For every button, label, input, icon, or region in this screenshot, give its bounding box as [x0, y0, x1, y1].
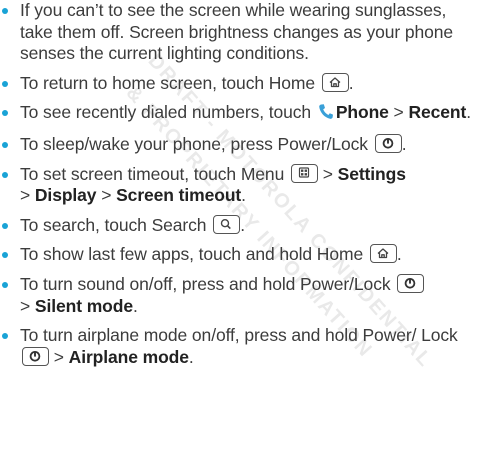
tip-brightness: If you can’t to see the screen while wea…	[0, 0, 489, 65]
tip-text: If you can’t to see the screen while wea…	[20, 0, 454, 64]
silent-mode-label: Silent mode	[34, 295, 133, 316]
tip-silent-mode: To turn sound on/off, press and hold Pow…	[0, 273, 489, 317]
power-key-icon	[374, 133, 402, 153]
home-key-icon	[369, 244, 397, 264]
home-key-icon	[321, 72, 349, 92]
power-key-icon	[397, 273, 425, 293]
tip-text: To turn sound on/off, press and hold Pow…	[20, 273, 396, 294]
tip-text-end: .	[401, 133, 407, 154]
search-key-icon	[213, 214, 241, 234]
tip-text: To see recently dialed numbers, touch	[20, 102, 316, 123]
path-separator: >	[20, 185, 35, 206]
tip-text-end: .	[188, 346, 194, 367]
bullet-dot	[2, 222, 8, 229]
bullet-dot	[2, 141, 8, 148]
phone-app-label: Phone	[335, 102, 389, 123]
bullet-dot	[2, 281, 8, 288]
bullet-dot	[2, 252, 8, 259]
recent-tab-label: Recent	[408, 102, 467, 123]
tip-text-end: .	[240, 214, 245, 235]
phone-icon	[318, 103, 334, 126]
path-separator: >	[20, 295, 35, 316]
display-label: Display	[34, 185, 97, 206]
bullet-dot	[2, 8, 8, 14]
screen-timeout-label: Screen timeout	[116, 185, 242, 206]
tip-text: To turn airplane mode on/off, press and …	[20, 325, 458, 346]
tip-recent-apps: To show last few apps, touch and hold Ho…	[0, 244, 489, 266]
tips-list: If you can’t to see the screen while wea…	[0, 0, 489, 376]
bullet-dot	[2, 333, 8, 340]
bullet-dot	[2, 171, 8, 178]
tip-text: To sleep/wake your phone, press Power/Lo…	[20, 133, 373, 154]
power-key-icon	[22, 346, 49, 366]
path-separator: >	[49, 346, 69, 367]
bullet-dot	[2, 110, 8, 117]
tip-text-end: .	[396, 244, 402, 265]
tip-recent-calls: To see recently dialed numbers, touch Ph…	[0, 102, 489, 126]
airplane-mode-label: Airplane mode	[68, 346, 189, 367]
tip-text: To set screen timeout, touch Menu	[20, 163, 289, 184]
path-separator: >	[96, 185, 117, 206]
tip-screen-timeout: To set screen timeout, touch Menu > Sett…	[0, 163, 489, 207]
tip-airplane-mode: To turn airplane mode on/off, press and …	[0, 325, 489, 368]
tip-sleep-wake: To sleep/wake your phone, press Power/Lo…	[0, 133, 489, 156]
tip-text: To return to home screen, touch Home	[20, 72, 320, 93]
tip-text-end: .	[132, 295, 138, 316]
path-separator: >	[317, 163, 338, 184]
tip-home-screen: To return to home screen, touch Home .	[0, 72, 489, 95]
tip-text-end: .	[348, 72, 354, 93]
tip-text-end: .	[241, 185, 246, 206]
bullet-dot	[2, 80, 8, 87]
tip-text-end: .	[466, 102, 471, 123]
settings-label: Settings	[337, 163, 406, 184]
path-separator: >	[388, 102, 409, 123]
tip-text: To show last few apps, touch and hold Ho…	[20, 244, 368, 265]
tip-search: To search, touch Search .	[0, 214, 489, 237]
tip-text: To search, touch Search	[20, 214, 212, 235]
menu-key-icon	[290, 163, 318, 183]
